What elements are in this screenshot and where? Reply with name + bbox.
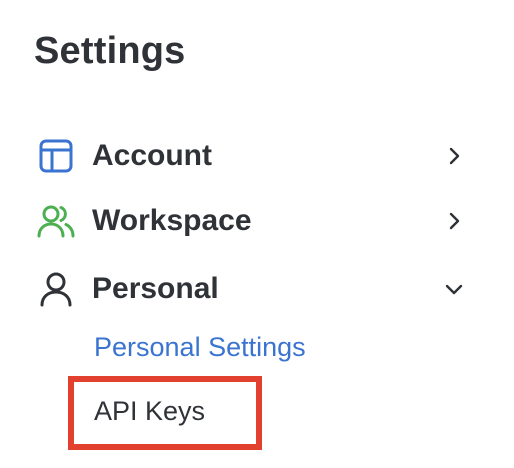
nav-item-label: Account xyxy=(92,139,212,172)
subnav-item-api-keys[interactable]: API Keys xyxy=(94,396,205,427)
nav-item-account[interactable]: Account xyxy=(36,132,466,180)
user-icon xyxy=(36,269,76,309)
nav-item-label: Workspace xyxy=(92,204,252,237)
chevron-right-icon xyxy=(442,144,466,168)
nav-item-label: Personal xyxy=(92,272,219,305)
users-icon xyxy=(36,201,76,241)
chevron-down-icon xyxy=(442,277,466,301)
layout-icon xyxy=(36,136,76,176)
nav-item-workspace[interactable]: Workspace xyxy=(36,197,466,245)
subnav-item-personal-settings[interactable]: Personal Settings xyxy=(94,332,306,363)
chevron-right-icon xyxy=(442,209,466,233)
page-title: Settings xyxy=(34,30,186,72)
settings-panel: Settings Account Workspace Personal Pers… xyxy=(0,0,514,468)
nav-item-personal[interactable]: Personal xyxy=(36,265,466,313)
